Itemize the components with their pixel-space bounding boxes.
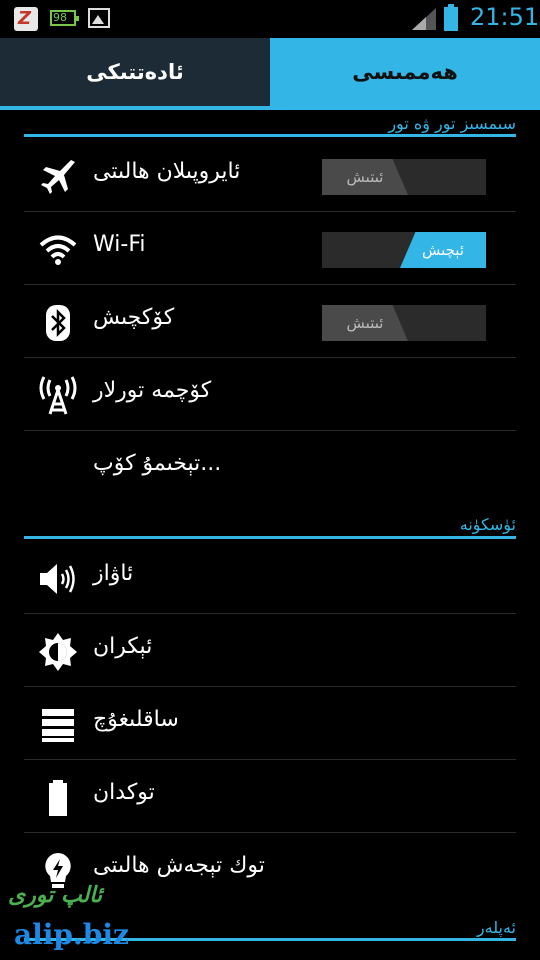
settings-item-mobile-networks[interactable]: كۆچمە تورلار	[24, 358, 516, 431]
section-header-wireless: سىمسىز تور ۋە تور	[388, 114, 516, 133]
airplane-toggle[interactable]: ئىتىش	[322, 159, 486, 195]
settings-item-wifi[interactable]: Wi-Fi ئېچىش	[24, 212, 516, 285]
tab-all[interactable]: ھەممىسى	[270, 38, 540, 106]
settings-item-label: ئاۋاز	[93, 561, 134, 586]
wifi-icon	[39, 235, 77, 265]
tab-general[interactable]: ئادەتتىكى	[0, 38, 270, 106]
settings-item-label: ئايروپىلان ھالىتى	[93, 159, 241, 184]
bluetooth-toggle[interactable]: ئىتىش	[322, 305, 486, 341]
section-divider	[24, 134, 516, 137]
image-icon	[88, 8, 110, 28]
settings-item-storage[interactable]: ساقلىغۇچ	[24, 687, 516, 760]
battery-icon	[49, 780, 67, 816]
toggle-thumb: ئىتىش	[322, 305, 408, 341]
toggle-thumb: ئىتىش	[322, 159, 408, 195]
battery-icon	[444, 4, 458, 31]
section-header-personal: ئەپلەر	[476, 918, 516, 937]
settings-item-label: توك تېجەش ھالىتى	[93, 853, 265, 878]
settings-item-label: ئېكران	[93, 634, 153, 659]
watermark-text: ئالپ تورى	[8, 882, 103, 908]
toggle-thumb: ئېچىش	[400, 232, 486, 268]
settings-item-display[interactable]: ئېكران	[24, 614, 516, 687]
wifi-toggle[interactable]: ئېچىش	[322, 232, 486, 268]
status-bar: Z 98 21:51	[0, 0, 540, 38]
settings-item-label: ساقلىغۇچ	[93, 707, 179, 732]
battery-98-icon: 98	[50, 10, 79, 26]
bluetooth-icon	[46, 305, 70, 341]
tab-indicator	[0, 106, 540, 110]
settings-item-sound[interactable]: ئاۋاز	[24, 541, 516, 614]
brightness-icon	[39, 633, 77, 671]
settings-item-label: كۆچمە تورلار	[93, 378, 212, 403]
storage-icon	[42, 709, 74, 742]
settings-item-battery[interactable]: توكدان	[24, 760, 516, 833]
settings-item-label: كۆكچىش	[93, 305, 175, 330]
settings-item-label: توكدان	[93, 780, 155, 805]
signal-icon	[412, 8, 436, 30]
settings-item-label: Wi-Fi	[93, 232, 146, 257]
tab-bar: ئادەتتىكى ھەممىسى	[0, 38, 540, 108]
section-divider	[24, 536, 516, 539]
settings-item-airplane[interactable]: ئايروپىلان ھالىتى ئىتىش	[24, 139, 516, 212]
settings-item-more[interactable]: تېخىمۇ كۆپ...	[24, 431, 516, 503]
z-app-icon: Z	[14, 7, 38, 31]
airplane-icon	[41, 160, 75, 194]
cell-tower-icon	[39, 376, 77, 415]
section-header-device: ئۈسكۈنە	[459, 515, 516, 534]
speaker-icon	[40, 564, 75, 594]
clock: 21:51	[470, 3, 540, 31]
settings-item-bluetooth[interactable]: كۆكچىش ئىتىش	[24, 285, 516, 358]
settings-item-label: تېخىمۇ كۆپ...	[93, 451, 222, 476]
watermark-url: alip.biz	[14, 918, 129, 951]
